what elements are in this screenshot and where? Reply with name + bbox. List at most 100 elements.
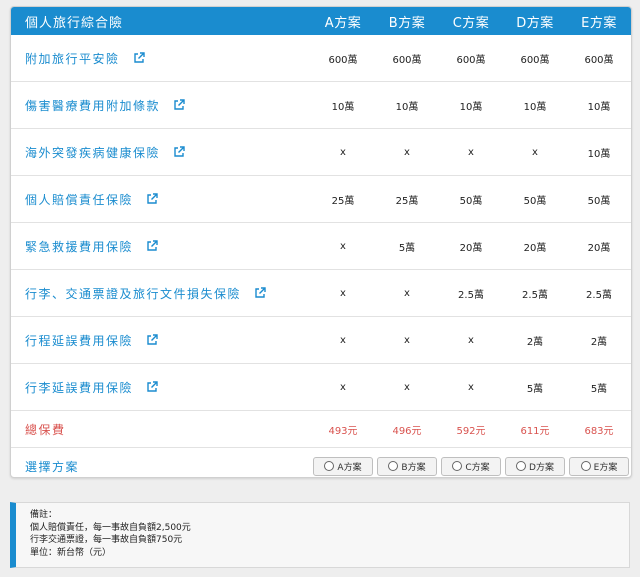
- select-plan-b-button[interactable]: B方案: [377, 456, 437, 476]
- plan-header-b: B方案: [388, 15, 426, 31]
- coverage-value-e: 50萬: [587, 195, 611, 207]
- coverage-value-c: x: [468, 146, 474, 158]
- coverage-value-b: 10萬: [395, 101, 419, 113]
- coverage-name: 行李延誤費用保險: [25, 380, 134, 395]
- coverage-name-link[interactable]: 行李、交通票證及旅行文件損失保險: [11, 285, 311, 302]
- coverage-value-d: 5萬: [526, 383, 544, 395]
- radio-icon: [580, 461, 591, 471]
- select-plan-a-button[interactable]: A方案: [313, 456, 373, 476]
- coverage-value-e: 5萬: [590, 383, 608, 395]
- select-plan-c-button[interactable]: C方案: [441, 456, 501, 476]
- coverage-value-c: 2.5萬: [458, 289, 484, 301]
- radio-icon: [324, 461, 335, 471]
- coverage-value-a: 25萬: [331, 195, 355, 207]
- coverage-name: 行程延誤費用保險: [25, 333, 134, 348]
- total-premium-b: 496元: [392, 425, 422, 437]
- coverage-value-d: 20萬: [523, 242, 547, 254]
- external-link-icon[interactable]: [146, 193, 158, 205]
- select-plan-e-button[interactable]: E方案: [569, 456, 629, 476]
- select-plan-a-label: A方案: [337, 462, 362, 473]
- coverage-row: 行李、交通票證及旅行文件損失保險 x x 2.5萬 2.5萬 2.5萬: [11, 270, 631, 317]
- insurance-comparison-table: 個人旅行綜合險 A方案 B方案 C方案 D方案 E方案 附加旅行平安險 600萬 6…: [10, 6, 632, 478]
- coverage-value-e: 600萬: [584, 54, 614, 66]
- coverage-row: 個人賠償責任保險 25萬 25萬 50萬 50萬 50萬: [11, 176, 631, 223]
- coverage-value-e: 2萬: [590, 336, 608, 348]
- external-link-icon[interactable]: [254, 287, 266, 299]
- coverage-value-c: 20萬: [459, 242, 483, 254]
- coverage-name-link[interactable]: 行李延誤費用保險: [11, 379, 311, 396]
- coverage-value-c: x: [468, 381, 474, 393]
- coverage-value-a: 10萬: [331, 101, 355, 113]
- total-premium-d: 611元: [520, 425, 550, 437]
- coverage-name-link[interactable]: 行程延誤費用保險: [11, 332, 311, 349]
- coverage-name-link[interactable]: 海外突發疾病健康保險: [11, 144, 311, 161]
- coverage-name-link[interactable]: 附加旅行平安險: [11, 50, 311, 67]
- coverage-value-e: 2.5萬: [586, 289, 612, 301]
- coverage-value-b: 5萬: [398, 242, 416, 254]
- coverage-name-link[interactable]: 傷害醫療費用附加條款: [11, 97, 311, 114]
- coverage-value-e: 10萬: [587, 148, 611, 160]
- select-plan-d-label: D方案: [529, 462, 554, 473]
- coverage-value-b: x: [404, 381, 410, 393]
- coverage-row: 緊急救援費用保險 x 5萬 20萬 20萬 20萬: [11, 223, 631, 270]
- coverage-value-e: 10萬: [587, 101, 611, 113]
- radio-icon: [516, 461, 527, 471]
- coverage-value-d: 50萬: [523, 195, 547, 207]
- coverage-row: 海外突發疾病健康保險 x x x x 10萬: [11, 129, 631, 176]
- coverage-value-e: 20萬: [587, 242, 611, 254]
- coverage-name: 緊急救援費用保險: [25, 239, 134, 254]
- note-line: 個人賠償責任，每一事故自負額2,500元: [30, 522, 191, 533]
- external-link-icon[interactable]: [133, 52, 145, 64]
- total-premium-a: 493元: [328, 425, 358, 437]
- external-link-icon[interactable]: [146, 240, 158, 252]
- coverage-value-a: x: [340, 381, 346, 393]
- coverage-value-a: x: [340, 146, 346, 158]
- total-premium-e: 683元: [584, 425, 614, 437]
- radio-icon: [452, 461, 463, 471]
- coverage-name: 個人賠償責任保險: [25, 192, 134, 207]
- coverage-value-d: 2.5萬: [522, 289, 548, 301]
- coverage-value-b: x: [404, 287, 410, 299]
- total-premium-row: 總保費 493元 496元 592元 611元 683元: [11, 411, 631, 448]
- coverage-value-d: x: [532, 146, 538, 158]
- coverage-row: 行李延誤費用保險 x x x 5萬 5萬: [11, 364, 631, 411]
- coverage-value-b: x: [404, 334, 410, 346]
- external-link-icon[interactable]: [173, 146, 185, 158]
- table-header: 個人旅行綜合險 A方案 B方案 C方案 D方案 E方案: [11, 7, 631, 35]
- plan-header-c: C方案: [452, 15, 490, 31]
- coverage-value-c: 10萬: [459, 101, 483, 113]
- external-link-icon[interactable]: [146, 381, 158, 393]
- plan-header-d: D方案: [516, 15, 554, 31]
- select-plan-row: 選擇方案 A方案 B方案 C方案 D方案 E方案: [11, 448, 631, 477]
- coverage-name: 傷害醫療費用附加條款: [25, 98, 161, 113]
- coverage-row: 附加旅行平安險 600萬 600萬 600萬 600萬 600萬: [11, 35, 631, 82]
- select-plan-e-label: E方案: [593, 462, 618, 473]
- coverage-value-a: 600萬: [328, 54, 358, 66]
- coverage-value-c: x: [468, 334, 474, 346]
- coverage-name: 海外突發疾病健康保險: [25, 145, 161, 160]
- coverage-value-d: 600萬: [520, 54, 550, 66]
- total-premium-label: 總保費: [25, 422, 66, 437]
- radio-icon: [388, 461, 399, 471]
- coverage-name: 行李、交通票證及旅行文件損失保險: [25, 286, 242, 301]
- notes-box: 備註： 個人賠償責任，每一事故自負額2,500元 行李交通票證，每一事故自負額7…: [10, 502, 630, 568]
- notes-title: 備註：: [30, 510, 58, 520]
- select-plan-d-button[interactable]: D方案: [505, 456, 565, 476]
- coverage-name-link[interactable]: 個人賠償責任保險: [11, 191, 311, 208]
- coverage-value-a: x: [340, 240, 346, 252]
- external-link-icon[interactable]: [173, 99, 185, 111]
- coverage-value-a: x: [340, 334, 346, 346]
- note-line: 單位：新台幣（元）: [30, 547, 112, 558]
- coverage-row: 行程延誤費用保險 x x x 2萬 2萬: [11, 317, 631, 364]
- select-plan-label: 選擇方案: [25, 459, 80, 474]
- total-premium-c: 592元: [456, 425, 486, 437]
- coverage-value-d: 10萬: [523, 101, 547, 113]
- coverage-row: 傷害醫療費用附加條款 10萬 10萬 10萬 10萬 10萬: [11, 82, 631, 129]
- coverage-value-c: 600萬: [456, 54, 486, 66]
- coverage-value-a: x: [340, 287, 346, 299]
- coverage-value-b: 25萬: [395, 195, 419, 207]
- plan-header-e: E方案: [581, 15, 617, 31]
- external-link-icon[interactable]: [146, 334, 158, 346]
- coverage-value-c: 50萬: [459, 195, 483, 207]
- coverage-name-link[interactable]: 緊急救援費用保險: [11, 238, 311, 255]
